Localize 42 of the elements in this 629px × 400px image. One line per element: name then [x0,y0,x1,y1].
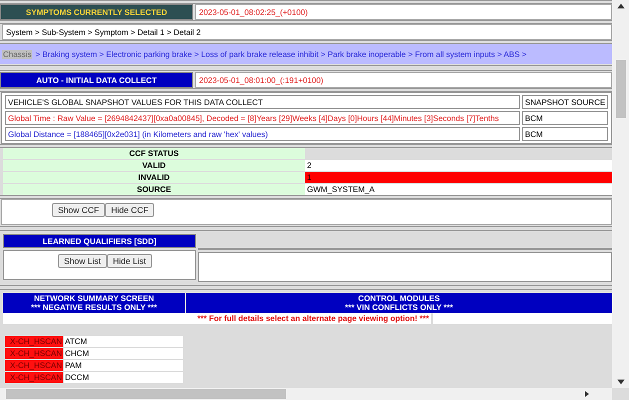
table-cell: BCM [522,111,608,125]
table-cell: SNAPSHOT SOURCE [522,95,608,109]
table-cell: INVALID [3,172,305,183]
notice: *** For full details select an alternate page viewing option! *** [3,313,431,324]
toggle-button[interactable]: Hide List [106,254,152,268]
path-segment: Chassis [2,50,32,59]
symptom-path: > Braking system > Electronic parking brake > Loss of park brake release inhibit > Park brake inoperable > From all system inputs > ABS > [35,50,527,59]
table-cell: GWM_SYSTEM_A [305,184,612,195]
table-cell: 2 [305,160,612,171]
table-cell: VALID [3,160,305,171]
scrollbar-thumb[interactable] [6,389,286,399]
table-cell: BCM [522,127,608,141]
timestamp: 2023-05-01_08:01:00_(:191+0100) [195,72,612,88]
timestamp: 2023-05-01_08:02:25_(+0100) [195,4,612,20]
table-cell: VEHICLE'S GLOBAL SNAPSHOT VALUES FOR THIS DATA COLLECT [5,95,520,109]
network-label: X-CH_HSCAN [5,372,63,383]
toggle-button[interactable]: Hide CCF [105,203,154,217]
section-header: LEARNED QUALIFIERS [SDD] [3,234,196,248]
module-name: ATCM [64,336,183,347]
table-cell: SOURCE [3,184,305,195]
section-header: SYMPTOMS CURRENTLY SELECTED [0,4,193,20]
vertical-scrollbar[interactable] [612,0,629,388]
module-name: PAM [64,360,183,371]
header-title: CONTROL MODULES [358,294,440,303]
header-subtitle: *** VIN CONFLICTS ONLY *** [344,303,454,312]
table-cell: Global Time : Raw Value = [2694842437][0xa0a00845], Decoded = [8]Years [29]Weeks [4]Days [0]Hours [44]Minutes [3]Seconds [7]Tenths [5,111,520,125]
horizontal-scrollbar[interactable] [0,388,612,400]
section-header: AUTO - INITIAL DATA COLLECT [0,72,193,88]
breadcrumb: System > Sub-System > Symptom > Detail 1 > Detail 2 [2,24,612,40]
module-name: CHCM [64,348,183,359]
table-cell: 1 [305,172,612,183]
header-subtitle: *** NEGATIVE RESULTS ONLY *** [31,303,157,312]
module-name: DCCM [64,372,183,383]
network-label: X-CH_HSCAN [5,348,63,359]
scrollbar-thumb[interactable] [616,60,626,118]
table-cell: Global Distance = [188465][0x2e031] (in Kilometers and raw 'hex' values) [5,127,520,141]
header-title: NETWORK SUMMARY SCREEN [34,294,154,303]
network-label: X-CH_HSCAN [5,360,63,371]
network-label: X-CH_HSCAN [5,336,63,347]
toggle-button[interactable]: Show List [58,254,107,268]
toggle-button[interactable]: Show CCF [52,203,106,217]
table-header: CCF STATUS [3,148,305,159]
